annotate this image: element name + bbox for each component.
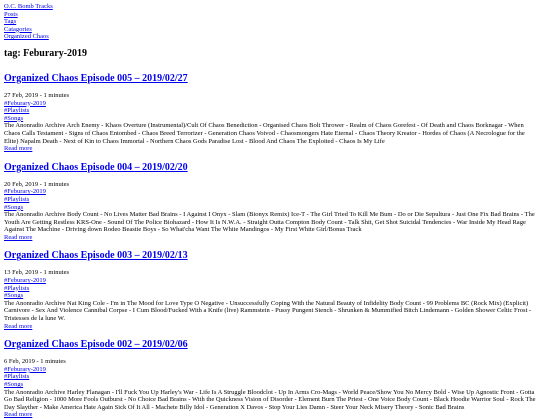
post-item: Organized Chaos Episode 005 – 2019/02/27… [4,73,536,153]
tag-link-feburary-2019[interactable]: #Feburary-2019 [4,188,536,196]
post-item: Organized Chaos Episode 004 – 2019/02/20… [4,162,536,242]
post-title: Organized Chaos Episode 005 – 2019/02/27 [4,73,536,85]
tag-link-playlists[interactable]: #Playlists [4,285,536,293]
read-more-link[interactable]: Read more [4,411,536,419]
post-title-link[interactable]: Organized Chaos Episode 002 – 2019/02/06 [4,339,188,350]
post-summary: The Anonradio Archive Body Count - No Li… [4,211,535,234]
post-tags: #Feburary-2019 #Playlists #Songs [4,100,536,123]
post-tags: #Feburary-2019 #Playlists #Songs [4,188,536,211]
tag-link-songs[interactable]: #Songs [4,292,536,300]
tag-link-songs[interactable]: #Songs [4,115,536,123]
post-item: Organized Chaos Episode 003 – 2019/02/13… [4,250,536,330]
tag-link-playlists[interactable]: #Playlists [4,373,536,381]
nav-link-posts[interactable]: Posts [4,11,536,19]
post-meta: 13 Feb, 2019 - 1 minutes [4,269,69,277]
nav-link-categories[interactable]: Catagories [4,26,536,34]
tag-link-songs[interactable]: #Songs [4,204,536,212]
post-title: Organized Chaos Episode 003 – 2019/02/13 [4,250,536,262]
post-title: Organized Chaos Episode 002 – 2019/02/06 [4,339,536,351]
post-summary: The Anonradio Archive Nat King Cole - I'… [4,299,532,323]
post-title-link[interactable]: Organized Chaos Episode 003 – 2019/02/13 [4,250,188,261]
post-meta: 27 Feb, 2019 - 1 minutes [4,91,69,99]
post-tags: #Feburary-2019 #Playlists #Songs [4,277,536,300]
tag-link-songs[interactable]: #Songs [4,381,536,389]
post-title: Organized Chaos Episode 004 – 2019/02/20 [4,162,536,174]
post-title-link[interactable]: Organized Chaos Episode 004 – 2019/02/20 [4,162,188,173]
tag-link-playlists[interactable]: #Playlists [4,196,536,204]
tag-link-feburary-2019[interactable]: #Feburary-2019 [4,366,536,374]
read-more-link[interactable]: Read more [4,234,536,242]
nav-link-tags[interactable]: Tags [4,18,536,26]
post-meta: 6 Feb, 2019 - 1 minutes [4,358,66,366]
post-tags: #Feburary-2019 #Playlists #Songs [4,366,536,389]
tag-link-feburary-2019[interactable]: #Feburary-2019 [4,100,536,108]
page-title: tag: Feburary-2019 [4,47,88,59]
post-meta: 20 Feb, 2019 - 1 minutes [4,180,69,188]
page: O.C. Bomb Tracks Posts Tags Catagories O… [0,0,540,419]
site-nav: O.C. Bomb Tracks Posts Tags Catagories O… [4,3,536,41]
read-more-link[interactable]: Read more [4,145,536,153]
post-title-link[interactable]: Organized Chaos Episode 005 – 2019/02/27 [4,73,188,84]
read-more-link[interactable]: Read more [4,323,536,331]
nav-link-home[interactable]: O.C. Bomb Tracks [4,3,536,11]
nav-link-organized-chaos[interactable]: Organized Chaos [4,33,536,41]
post-item: Organized Chaos Episode 002 – 2019/02/06… [4,339,536,419]
post-summary: The Anonradio Archive Arch Enemy - Khaos… [4,122,525,145]
tag-link-feburary-2019[interactable]: #Feburary-2019 [4,277,536,285]
tag-link-playlists[interactable]: #Playlists [4,107,536,115]
post-summary: The Anonradio Archive Harley Flanagan - … [4,388,536,411]
